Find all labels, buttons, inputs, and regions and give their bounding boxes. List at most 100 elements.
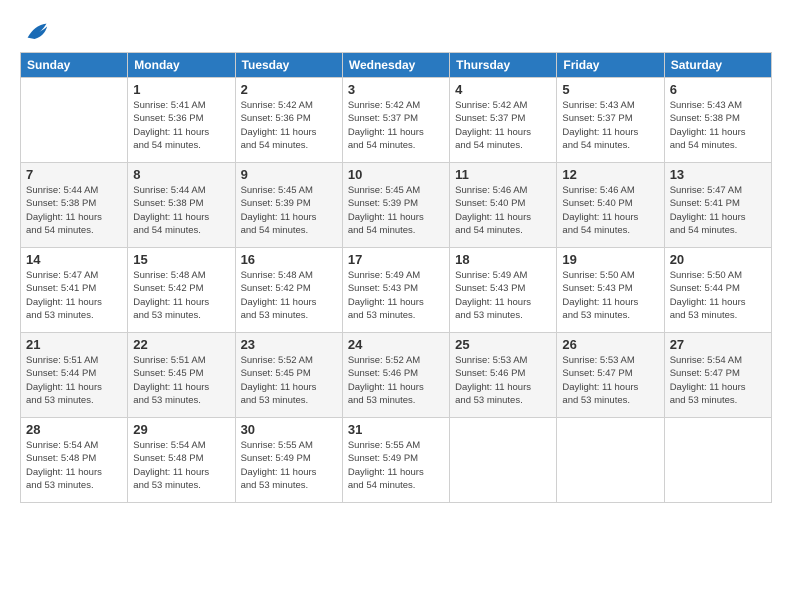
calendar-cell: 16 Sunrise: 5:48 AMSunset: 5:42 PMDayligh… [235,248,342,333]
day-number: 19 [562,252,658,267]
day-number: 20 [670,252,766,267]
day-info: Sunrise: 5:54 AMSunset: 5:47 PMDaylight:… [670,354,766,407]
day-info: Sunrise: 5:49 AMSunset: 5:43 PMDaylight:… [455,269,551,322]
day-info: Sunrise: 5:41 AMSunset: 5:36 PMDaylight:… [133,99,229,152]
day-number: 7 [26,167,122,182]
page: SundayMondayTuesdayWednesdayThursdayFrid… [0,0,792,612]
weekday-wednesday: Wednesday [342,53,449,78]
day-info: Sunrise: 5:53 AMSunset: 5:46 PMDaylight:… [455,354,551,407]
calendar-cell: 22Sunrise: 5:51 AMSunset: 5:45 PMDayligh… [128,333,235,418]
day-number: 25 [455,337,551,352]
day-number: 29 [133,422,229,437]
day-info: Sunrise: 5:43 AMSunset: 5:37 PMDaylight:… [562,99,658,152]
calendar-cell: 12 Sunrise: 5:46 AMSunset: 5:40 PMDayligh… [557,163,664,248]
day-info: Sunrise: 5:49 AMSunset: 5:43 PMDaylight:… [348,269,444,322]
calendar-cell [557,418,664,503]
calendar-cell: 5 Sunrise: 5:43 AMSunset: 5:37 PMDaylight… [557,78,664,163]
day-number: 13 [670,167,766,182]
calendar-cell: 11 Sunrise: 5:46 AMSunset: 5:40 PMDayligh… [450,163,557,248]
day-number: 12 [562,167,658,182]
calendar-cell [664,418,771,503]
day-number: 11 [455,167,551,182]
weekday-header-row: SundayMondayTuesdayWednesdayThursdayFrid… [21,53,772,78]
day-number: 26 [562,337,658,352]
day-info: Sunrise: 5:50 AMSunset: 5:43 PMDaylight:… [562,269,658,322]
day-number: 1 [133,82,229,97]
weekday-thursday: Thursday [450,53,557,78]
day-number: 17 [348,252,444,267]
calendar-cell: 1 Sunrise: 5:41 AMSunset: 5:36 PMDaylight… [128,78,235,163]
weekday-sunday: Sunday [21,53,128,78]
calendar-cell: 18 Sunrise: 5:49 AMSunset: 5:43 PMDayligh… [450,248,557,333]
weekday-tuesday: Tuesday [235,53,342,78]
day-number: 8 [133,167,229,182]
day-number: 6 [670,82,766,97]
calendar-cell: 23Sunrise: 5:52 AMSunset: 5:45 PMDayligh… [235,333,342,418]
calendar-cell: 9 Sunrise: 5:45 AMSunset: 5:39 PMDaylight… [235,163,342,248]
weekday-monday: Monday [128,53,235,78]
calendar-cell: 7 Sunrise: 5:44 AMSunset: 5:38 PMDaylight… [21,163,128,248]
calendar-cell: 13 Sunrise: 5:47 AMSunset: 5:41 PMDayligh… [664,163,771,248]
calendar-cell: 24 Sunrise: 5:52 AMSunset: 5:46 PMDayligh… [342,333,449,418]
day-info: Sunrise: 5:46 AMSunset: 5:40 PMDaylight:… [455,184,551,237]
day-info: Sunrise: 5:53 AMSunset: 5:47 PMDaylight:… [562,354,658,407]
day-info: Sunrise: 5:45 AMSunset: 5:39 PMDaylight:… [241,184,337,237]
calendar-cell: 30Sunrise: 5:55 AMSunset: 5:49 PMDayligh… [235,418,342,503]
day-number: 5 [562,82,658,97]
day-info: Sunrise: 5:47 AMSunset: 5:41 PMDaylight:… [26,269,122,322]
day-number: 14 [26,252,122,267]
calendar-week-1: 1 Sunrise: 5:41 AMSunset: 5:36 PMDaylight… [21,78,772,163]
day-number: 18 [455,252,551,267]
day-info: Sunrise: 5:48 AMSunset: 5:42 PMDaylight:… [133,269,229,322]
day-info: Sunrise: 5:46 AMSunset: 5:40 PMDaylight:… [562,184,658,237]
weekday-friday: Friday [557,53,664,78]
day-info: Sunrise: 5:55 AMSunset: 5:49 PMDaylight:… [241,439,337,492]
weekday-saturday: Saturday [664,53,771,78]
calendar-week-2: 7 Sunrise: 5:44 AMSunset: 5:38 PMDaylight… [21,163,772,248]
day-info: Sunrise: 5:45 AMSunset: 5:39 PMDaylight:… [348,184,444,237]
day-info: Sunrise: 5:51 AMSunset: 5:45 PMDaylight:… [133,354,229,407]
day-number: 27 [670,337,766,352]
calendar-cell: 31 Sunrise: 5:55 AMSunset: 5:49 PMDayligh… [342,418,449,503]
day-info: Sunrise: 5:50 AMSunset: 5:44 PMDaylight:… [670,269,766,322]
day-number: 24 [348,337,444,352]
day-info: Sunrise: 5:52 AMSunset: 5:46 PMDaylight:… [348,354,444,407]
calendar-cell: 10 Sunrise: 5:45 AMSunset: 5:39 PMDayligh… [342,163,449,248]
day-info: Sunrise: 5:44 AMSunset: 5:38 PMDaylight:… [133,184,229,237]
day-number: 10 [348,167,444,182]
day-info: Sunrise: 5:42 AMSunset: 5:37 PMDaylight:… [348,99,444,152]
calendar-cell: 26 Sunrise: 5:53 AMSunset: 5:47 PMDayligh… [557,333,664,418]
day-info: Sunrise: 5:51 AMSunset: 5:44 PMDaylight:… [26,354,122,407]
calendar-week-5: 28 Sunrise: 5:54 AMSunset: 5:48 PMDayligh… [21,418,772,503]
calendar-cell: 14 Sunrise: 5:47 AMSunset: 5:41 PMDayligh… [21,248,128,333]
calendar-cell: 15 Sunrise: 5:48 AMSunset: 5:42 PMDayligh… [128,248,235,333]
day-number: 9 [241,167,337,182]
calendar-cell: 4 Sunrise: 5:42 AMSunset: 5:37 PMDaylight… [450,78,557,163]
day-info: Sunrise: 5:55 AMSunset: 5:49 PMDaylight:… [348,439,444,492]
day-number: 3 [348,82,444,97]
logo-bird-icon [22,18,50,46]
day-info: Sunrise: 5:43 AMSunset: 5:38 PMDaylight:… [670,99,766,152]
day-number: 4 [455,82,551,97]
day-info: Sunrise: 5:47 AMSunset: 5:41 PMDaylight:… [670,184,766,237]
calendar-cell: 3 Sunrise: 5:42 AMSunset: 5:37 PMDaylight… [342,78,449,163]
header [20,18,772,46]
calendar-cell [450,418,557,503]
calendar-cell: 21 Sunrise: 5:51 AMSunset: 5:44 PMDayligh… [21,333,128,418]
day-info: Sunrise: 5:44 AMSunset: 5:38 PMDaylight:… [26,184,122,237]
day-number: 15 [133,252,229,267]
calendar-cell: 28 Sunrise: 5:54 AMSunset: 5:48 PMDayligh… [21,418,128,503]
day-number: 28 [26,422,122,437]
day-info: Sunrise: 5:42 AMSunset: 5:37 PMDaylight:… [455,99,551,152]
day-info: Sunrise: 5:42 AMSunset: 5:36 PMDaylight:… [241,99,337,152]
day-number: 23 [241,337,337,352]
calendar-cell: 19 Sunrise: 5:50 AMSunset: 5:43 PMDayligh… [557,248,664,333]
day-number: 16 [241,252,337,267]
calendar-cell: 25 Sunrise: 5:53 AMSunset: 5:46 PMDayligh… [450,333,557,418]
calendar-cell: 27 Sunrise: 5:54 AMSunset: 5:47 PMDayligh… [664,333,771,418]
day-number: 21 [26,337,122,352]
calendar-cell [21,78,128,163]
day-info: Sunrise: 5:48 AMSunset: 5:42 PMDaylight:… [241,269,337,322]
day-info: Sunrise: 5:54 AMSunset: 5:48 PMDaylight:… [26,439,122,492]
day-number: 31 [348,422,444,437]
